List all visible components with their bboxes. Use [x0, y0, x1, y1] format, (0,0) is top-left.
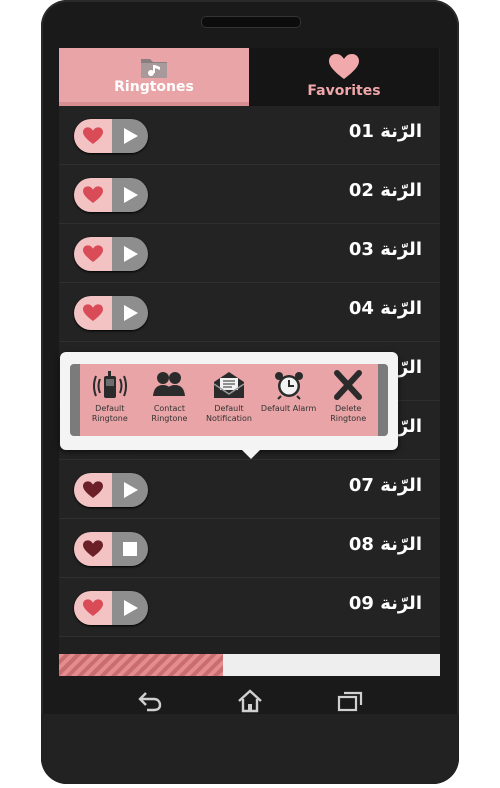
ringtone-controls — [74, 119, 148, 153]
alarm-clock-icon — [274, 372, 303, 400]
back-button[interactable] — [100, 676, 200, 726]
scroll-progress-fill — [59, 654, 223, 676]
favorite-toggle-button[interactable] — [74, 532, 112, 566]
ringtone-title: الرّنة 03 — [348, 239, 422, 260]
contact-ringtone-button[interactable]: Contact Ringtone — [140, 364, 200, 436]
default-notification-button[interactable]: Default Notification — [199, 364, 259, 436]
default-alarm-label: Default Alarm — [260, 404, 317, 413]
popup-pointer — [240, 448, 262, 459]
mail-icon — [213, 372, 245, 398]
navigation-bar — [41, 676, 459, 726]
delete-ringtone-label: Delete Ringtone — [330, 404, 367, 423]
recent-apps-icon — [337, 691, 363, 712]
favorite-toggle-button[interactable] — [74, 119, 112, 153]
speaker-grille — [201, 16, 301, 28]
close-icon — [334, 370, 363, 400]
ringtone-row[interactable]: الرّنة 09 — [59, 578, 440, 637]
folder-music-icon — [141, 59, 167, 78]
phone-ring-icon — [92, 371, 127, 398]
back-icon — [138, 692, 162, 712]
heart-icon — [329, 54, 359, 79]
tab-ringtones-label: Ringtones — [114, 79, 194, 95]
ringtone-title: الرّنة 08 — [348, 534, 422, 555]
heart-icon — [83, 481, 103, 498]
tab-bar: Ringtones Favorites — [59, 48, 440, 106]
default-ringtone-label: Default Ringtone — [91, 404, 128, 423]
heart-icon — [83, 599, 103, 616]
contacts-icon — [153, 372, 186, 396]
popup-right-handle — [378, 364, 388, 436]
contact-ringtone-label: Contact Ringtone — [151, 404, 188, 423]
ringtone-title: الرّنة 07 — [348, 475, 422, 496]
favorite-toggle-button[interactable] — [74, 296, 112, 330]
heart-icon — [83, 186, 103, 203]
play-icon — [124, 482, 138, 498]
play-button[interactable] — [112, 473, 148, 507]
stop-button[interactable] — [112, 532, 148, 566]
scroll-progress-bar — [59, 654, 440, 676]
ringtone-title: الرّنة 01 — [348, 121, 422, 142]
ringtone-title: الرّنة 09 — [348, 593, 422, 614]
ringtone-row[interactable]: الرّنة 08 — [59, 519, 440, 578]
ringtone-action-popup: Default Ringtone Contact Ringtone Defaul… — [60, 352, 398, 459]
heart-icon — [83, 245, 103, 262]
play-button[interactable] — [112, 296, 148, 330]
heart-icon — [83, 127, 103, 144]
ringtone-row[interactable]: الرّنة 01 — [59, 106, 440, 165]
heart-icon — [83, 540, 103, 557]
play-icon — [124, 246, 138, 262]
popup-left-handle — [70, 364, 80, 436]
favorite-toggle-button[interactable] — [74, 473, 112, 507]
ringtone-row[interactable]: الرّنة 02 — [59, 165, 440, 224]
ringtone-controls — [74, 532, 148, 566]
popup-toolbar: Default Ringtone Contact Ringtone Defaul… — [70, 364, 388, 436]
ringtone-controls — [74, 237, 148, 271]
stop-icon — [123, 542, 137, 556]
ringtone-controls — [74, 296, 148, 330]
default-ringtone-button[interactable]: Default Ringtone — [80, 364, 140, 436]
delete-ringtone-button[interactable]: Delete Ringtone — [318, 364, 378, 436]
favorite-toggle-button[interactable] — [74, 237, 112, 271]
heart-icon — [83, 304, 103, 321]
ringtone-controls — [74, 178, 148, 212]
default-notification-label: Default Notification — [206, 404, 252, 423]
home-button[interactable] — [200, 676, 300, 726]
favorite-toggle-button[interactable] — [74, 178, 112, 212]
tab-ringtones[interactable]: Ringtones — [59, 48, 249, 106]
ringtone-row[interactable]: الرّنة 07 — [59, 460, 440, 519]
play-icon — [124, 187, 138, 203]
play-button[interactable] — [112, 178, 148, 212]
play-icon — [124, 305, 138, 321]
default-alarm-button[interactable]: Default Alarm — [259, 364, 319, 436]
ringtone-controls — [74, 591, 148, 625]
play-icon — [124, 600, 138, 616]
ringtone-row[interactable]: الرّنة 04 — [59, 283, 440, 342]
play-button[interactable] — [112, 119, 148, 153]
favorite-toggle-button[interactable] — [74, 591, 112, 625]
tab-favorites-label: Favorites — [307, 83, 381, 99]
ringtone-title: الرّنة 04 — [348, 298, 422, 319]
play-button[interactable] — [112, 591, 148, 625]
tab-favorites[interactable]: Favorites — [249, 48, 439, 106]
home-icon — [238, 689, 262, 713]
play-icon — [124, 128, 138, 144]
ringtone-controls — [74, 473, 148, 507]
ringtone-row[interactable]: الرّنة 03 — [59, 224, 440, 283]
ringtone-title: الرّنة 02 — [348, 180, 422, 201]
play-button[interactable] — [112, 237, 148, 271]
recent-apps-button[interactable] — [300, 676, 400, 726]
